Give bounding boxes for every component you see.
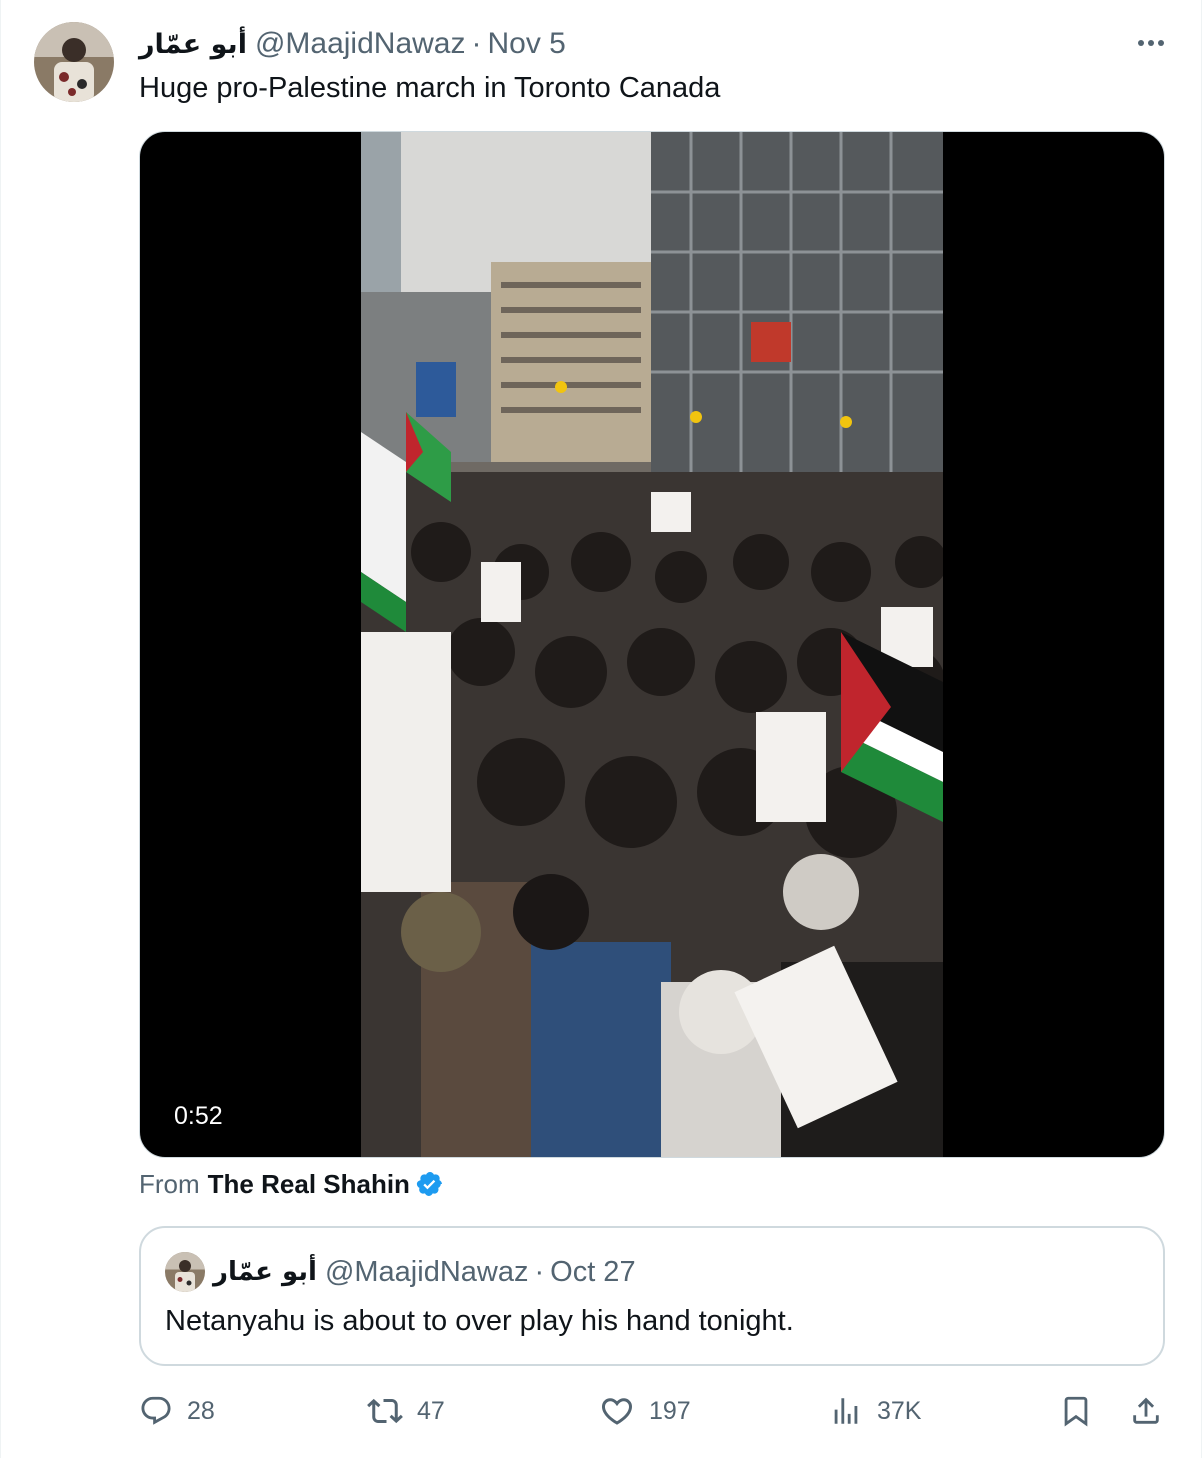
repost-button[interactable]: 47 bbox=[367, 1388, 445, 1434]
views-button[interactable]: 37K bbox=[829, 1388, 921, 1434]
share-button[interactable] bbox=[1129, 1388, 1163, 1434]
media-attribution: From The Real Shahin bbox=[139, 1164, 444, 1204]
quoted-tweet[interactable]: أبو عمّار @MaajidNawaz · Oct 27 Netanyah… bbox=[139, 1226, 1165, 1366]
quoted-author-handle: @MaajidNawaz bbox=[324, 1255, 529, 1288]
video-frame bbox=[361, 132, 943, 1157]
attribution-source[interactable]: The Real Shahin bbox=[208, 1164, 410, 1204]
reply-button[interactable]: 28 bbox=[139, 1388, 215, 1434]
bookmark-button[interactable] bbox=[1059, 1388, 1093, 1434]
tweet-card: أبو عمّار @MaajidNawaz · Nov 5 Huge pro-… bbox=[0, 0, 1202, 1458]
repost-icon bbox=[367, 1393, 403, 1429]
like-count: 197 bbox=[649, 1396, 691, 1425]
reply-count: 28 bbox=[187, 1396, 215, 1425]
author-handle[interactable]: @MaajidNawaz bbox=[255, 27, 466, 61]
like-button[interactable]: 197 bbox=[599, 1388, 691, 1434]
share-icon bbox=[1129, 1394, 1163, 1428]
action-bar: 28 47 197 37K bbox=[139, 1388, 1165, 1434]
video-duration: 0:52 bbox=[162, 1098, 235, 1135]
quoted-author-avatar bbox=[165, 1252, 205, 1292]
quoted-tweet-date: Oct 27 bbox=[550, 1255, 636, 1288]
tweet-header: أبو عمّار @MaajidNawaz · Nov 5 bbox=[139, 24, 566, 64]
views-count: 37K bbox=[877, 1396, 922, 1425]
video-player[interactable]: 0:52 bbox=[139, 131, 1165, 1158]
reply-icon bbox=[139, 1394, 173, 1428]
quoted-author-display-name: أبو عمّار bbox=[213, 1257, 317, 1287]
bookmark-icon bbox=[1059, 1394, 1093, 1428]
views-icon bbox=[829, 1394, 863, 1428]
verified-icon bbox=[416, 1170, 444, 1198]
attribution-prefix: From bbox=[139, 1169, 200, 1199]
tweet-text: Huge pro-Palestine march in Toronto Cana… bbox=[139, 72, 721, 104]
separator-dot: · bbox=[471, 27, 482, 60]
quoted-separator-dot: · bbox=[534, 1255, 545, 1288]
quoted-tweet-header: أبو عمّار @MaajidNawaz · Oct 27 bbox=[213, 1252, 636, 1292]
more-icon[interactable] bbox=[1131, 28, 1171, 58]
like-icon bbox=[599, 1393, 635, 1429]
tweet-date[interactable]: Nov 5 bbox=[487, 27, 565, 61]
quoted-tweet-text: Netanyahu is about to over play his hand… bbox=[165, 1305, 794, 1337]
author-display-name[interactable]: أبو عمّار bbox=[139, 29, 247, 60]
author-avatar[interactable] bbox=[34, 22, 114, 102]
repost-count: 47 bbox=[417, 1396, 445, 1425]
